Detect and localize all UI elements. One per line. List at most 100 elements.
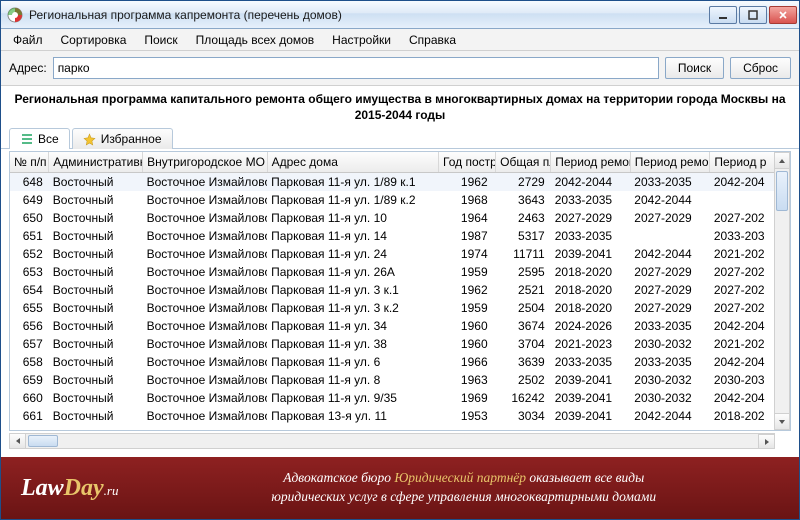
cell: Парковая 11-я ул. 34 bbox=[267, 317, 438, 335]
address-input[interactable] bbox=[53, 57, 659, 79]
cell: 655 bbox=[10, 299, 49, 317]
table-row[interactable]: 657ВосточныйВосточное ИзмайловоПарковая … bbox=[10, 335, 790, 353]
logo-ru: .ru bbox=[104, 483, 119, 499]
cell: 2042-2044 bbox=[630, 191, 710, 209]
table-row[interactable]: 658ВосточныйВосточное ИзмайловоПарковая … bbox=[10, 353, 790, 371]
cell: 1962 bbox=[439, 281, 496, 299]
cell: 2039-2041 bbox=[551, 389, 631, 407]
menu-settings[interactable]: Настройки bbox=[324, 31, 399, 49]
cell: Восточное Измайлово bbox=[143, 209, 267, 227]
cell: 657 bbox=[10, 335, 49, 353]
cell: Восточный bbox=[49, 191, 143, 209]
cell: Парковая 11-я ул. 1/89 к.2 bbox=[267, 191, 438, 209]
minimize-button[interactable] bbox=[709, 6, 737, 24]
cell: 656 bbox=[10, 317, 49, 335]
cell: Восточный bbox=[49, 209, 143, 227]
cell: Восточный bbox=[49, 263, 143, 281]
cell: 1966 bbox=[439, 353, 496, 371]
cell: 654 bbox=[10, 281, 49, 299]
table-row[interactable]: 651ВосточныйВосточное ИзмайловоПарковая … bbox=[10, 227, 790, 245]
table-row[interactable]: 649ВосточныйВосточное ИзмайловоПарковая … bbox=[10, 191, 790, 209]
table-row[interactable]: 656ВосточныйВосточное ИзмайловоПарковая … bbox=[10, 317, 790, 335]
cell: Восточное Измайлово bbox=[143, 317, 267, 335]
scroll-track-v[interactable] bbox=[775, 169, 789, 413]
table-row[interactable]: 653ВосточныйВосточное ИзмайловоПарковая … bbox=[10, 263, 790, 281]
close-button[interactable] bbox=[769, 6, 797, 24]
cell: Восточное Измайлово bbox=[143, 191, 267, 209]
cell: 2033-2035 bbox=[630, 353, 710, 371]
menu-file[interactable]: Файл bbox=[5, 31, 51, 49]
cell: 2521 bbox=[496, 281, 551, 299]
cell: 1974 bbox=[439, 245, 496, 263]
cell: 649 bbox=[10, 191, 49, 209]
search-button[interactable]: Поиск bbox=[665, 57, 724, 79]
cell: Восточное Измайлово bbox=[143, 389, 267, 407]
address-bar: Адрес: Поиск Сброс bbox=[1, 51, 799, 86]
cell: 2027-2029 bbox=[630, 281, 710, 299]
table-row[interactable]: 655ВосточныйВосточное ИзмайловоПарковая … bbox=[10, 299, 790, 317]
col-admin-okrug[interactable]: Административный bbox=[49, 152, 143, 173]
scroll-left-button[interactable] bbox=[10, 434, 26, 448]
cell: 1959 bbox=[439, 263, 496, 281]
table-row[interactable]: 650ВосточныйВосточное ИзмайловоПарковая … bbox=[10, 209, 790, 227]
reset-button[interactable]: Сброс bbox=[730, 57, 791, 79]
cell: Восточный bbox=[49, 281, 143, 299]
table-row[interactable]: 659ВосточныйВосточное ИзмайловоПарковая … bbox=[10, 371, 790, 389]
cell: 2502 bbox=[496, 371, 551, 389]
col-address[interactable]: Адрес дома bbox=[267, 152, 438, 173]
cell: Восточный bbox=[49, 245, 143, 263]
table-row[interactable]: 652ВосточныйВосточное ИзмайловоПарковая … bbox=[10, 245, 790, 263]
cell: Парковая 11-я ул. 14 bbox=[267, 227, 438, 245]
grid-viewport[interactable]: № п/п Административный Внутригородское М… bbox=[9, 151, 791, 431]
list-icon bbox=[20, 132, 34, 146]
horizontal-scrollbar[interactable] bbox=[9, 433, 775, 449]
scroll-thumb-h[interactable] bbox=[28, 435, 58, 447]
logo-law: Law bbox=[21, 475, 64, 502]
menu-search[interactable]: Поиск bbox=[136, 31, 185, 49]
cell: 2033-2035 bbox=[630, 317, 710, 335]
table-row[interactable]: 648ВосточныйВосточное ИзмайловоПарковая … bbox=[10, 173, 790, 191]
scroll-right-button[interactable] bbox=[758, 434, 774, 448]
cell: Парковая 13-я ул. 11 bbox=[267, 407, 438, 425]
cell: Парковая 11-я ул. 3 к.2 bbox=[267, 299, 438, 317]
col-number[interactable]: № п/п bbox=[10, 152, 49, 173]
tab-all[interactable]: Все bbox=[9, 128, 70, 149]
cell: Парковая 11-я ул. 3 к.1 bbox=[267, 281, 438, 299]
col-year-built[interactable]: Год постр bbox=[439, 152, 496, 173]
col-period-2[interactable]: Период ремонт bbox=[630, 152, 710, 173]
star-icon bbox=[83, 132, 97, 146]
cell: 1968 bbox=[439, 191, 496, 209]
maximize-button[interactable] bbox=[739, 6, 767, 24]
cell: Парковая 11-я ул. 10 bbox=[267, 209, 438, 227]
cell: Восточное Измайлово bbox=[143, 173, 267, 191]
scroll-up-button[interactable] bbox=[775, 153, 789, 169]
vertical-scrollbar[interactable] bbox=[774, 152, 790, 430]
table-row[interactable]: 661ВосточныйВосточное ИзмайловоПарковая … bbox=[10, 407, 790, 425]
col-period-1[interactable]: Период ремонт bbox=[551, 152, 631, 173]
cell: 3704 bbox=[496, 335, 551, 353]
cell: 2504 bbox=[496, 299, 551, 317]
data-table: № п/п Административный Внутригородское М… bbox=[10, 152, 790, 425]
col-total-area[interactable]: Общая пл bbox=[496, 152, 551, 173]
menu-sort[interactable]: Сортировка bbox=[53, 31, 135, 49]
cell: 3639 bbox=[496, 353, 551, 371]
table-row[interactable]: 660ВосточныйВосточное ИзмайловоПарковая … bbox=[10, 389, 790, 407]
col-municipality[interactable]: Внутригородское МО bbox=[143, 152, 267, 173]
tab-favorites-label: Избранное bbox=[101, 132, 162, 146]
tab-favorites[interactable]: Избранное bbox=[72, 128, 173, 149]
footer-banner[interactable]: Law Day .ru Адвокатское бюро Юридический… bbox=[1, 457, 799, 519]
scroll-down-button[interactable] bbox=[775, 413, 789, 429]
cell: 16242 bbox=[496, 389, 551, 407]
cell: Парковая 11-я ул. 8 bbox=[267, 371, 438, 389]
scroll-thumb-v[interactable] bbox=[776, 171, 788, 211]
menu-total-area[interactable]: Площадь всех домов bbox=[188, 31, 323, 49]
table-row[interactable]: 654ВосточныйВосточное ИзмайловоПарковая … bbox=[10, 281, 790, 299]
cell: 648 bbox=[10, 173, 49, 191]
scroll-track-h[interactable] bbox=[26, 434, 758, 448]
cell: 3643 bbox=[496, 191, 551, 209]
cell: 2027-2029 bbox=[630, 263, 710, 281]
menubar: Файл Сортировка Поиск Площадь всех домов… bbox=[1, 29, 799, 51]
cell: 1963 bbox=[439, 371, 496, 389]
menu-help[interactable]: Справка bbox=[401, 31, 464, 49]
grid-container: № п/п Административный Внутригородское М… bbox=[1, 149, 799, 457]
